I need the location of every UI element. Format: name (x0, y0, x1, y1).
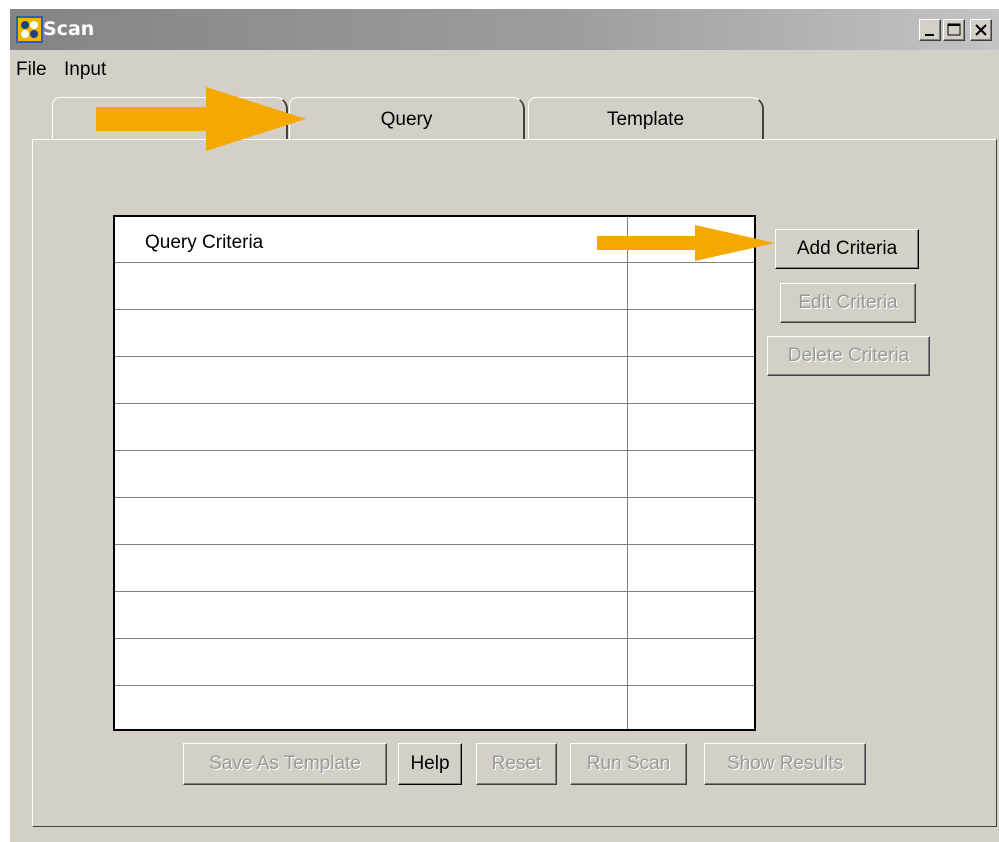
tab-template[interactable]: Template (528, 97, 764, 140)
menu-file[interactable]: File (16, 59, 47, 81)
column-divider (627, 217, 628, 729)
add-criteria-button[interactable]: Add Criteria (775, 229, 919, 269)
menu-input[interactable]: Input (64, 59, 106, 81)
close-icon (975, 24, 987, 36)
tab-query-label: Query (380, 109, 433, 130)
delete-criteria-button[interactable]: Delete Criteria (767, 336, 930, 376)
table-row[interactable] (115, 591, 754, 592)
close-button[interactable] (970, 19, 992, 41)
minimize-icon (925, 34, 934, 36)
title-bar[interactable]: Scan (10, 9, 999, 50)
minimize-button[interactable] (919, 19, 941, 41)
show-results-button[interactable]: Show Results (704, 743, 866, 785)
app-icon (16, 16, 43, 43)
table-row[interactable] (115, 309, 754, 310)
criteria-column-header: Query Criteria (145, 232, 264, 253)
maximize-icon (947, 23, 961, 36)
table-row[interactable] (115, 638, 754, 639)
reset-button[interactable]: Reset (476, 743, 557, 785)
menu-bar: File Input (10, 54, 999, 84)
annotation-arrow-icon (597, 225, 775, 261)
table-row[interactable] (115, 356, 754, 357)
annotation-arrow-icon (96, 87, 306, 151)
table-row[interactable] (115, 497, 754, 498)
table-row[interactable] (115, 403, 754, 404)
help-button[interactable]: Help (398, 743, 462, 785)
tab-query[interactable]: Query (289, 97, 525, 140)
criteria-table[interactable]: Query Criteria (113, 215, 756, 731)
edit-criteria-button[interactable]: Edit Criteria (780, 283, 916, 323)
table-row[interactable] (115, 685, 754, 686)
table-row[interactable] (115, 544, 754, 545)
save-as-template-button[interactable]: Save As Template (183, 743, 387, 785)
maximize-button[interactable] (943, 19, 965, 41)
table-row[interactable] (115, 450, 754, 451)
tab-template-label: Template (606, 109, 685, 130)
run-scan-button[interactable]: Run Scan (570, 743, 687, 785)
scan-window: Scan File Input Query Template Query Cri… (10, 9, 999, 842)
window-title: Scan (43, 18, 95, 40)
